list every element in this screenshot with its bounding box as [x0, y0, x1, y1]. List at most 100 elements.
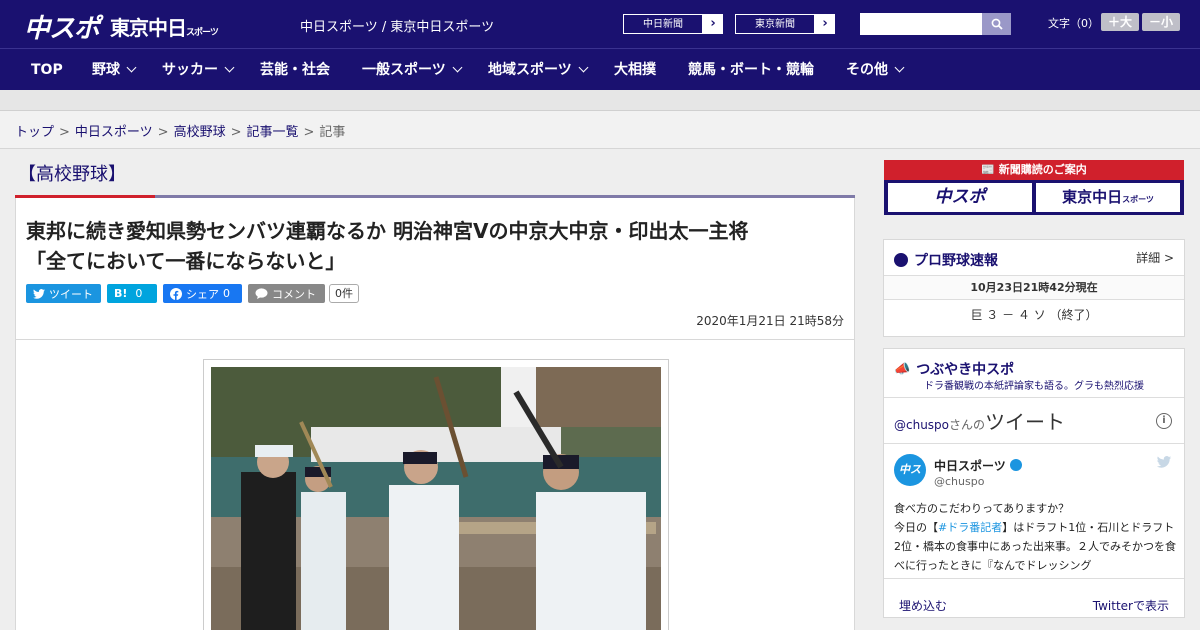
- speech-bubble-icon: [255, 288, 268, 299]
- tweet-text: 食べ方のこだわりってありますか？ 今日の【#ドラ番記者】はドラフト1位・石川とド…: [894, 499, 1176, 573]
- game-score[interactable]: 巨 ３ － ４ ソ （終了）: [884, 300, 1184, 330]
- tweet-author-name-text: 中日スポーツ: [934, 459, 1006, 473]
- nav-local-sports[interactable]: 地域スポーツ: [488, 49, 589, 91]
- article-header: 東邦に続き愛知県勢センバツ連覇なるか 明治神宮Vの中京大中京・印出太一主将 「全…: [15, 198, 855, 340]
- nav-other-label: その他: [846, 62, 888, 78]
- tweet-text-pre: 今日の【: [894, 521, 938, 534]
- ad-band: [0, 90, 1200, 111]
- breadcrumb-article-list[interactable]: 記事一覧: [247, 125, 299, 140]
- newspaper-icon: 📰: [981, 163, 995, 176]
- nav-top-label: TOP: [31, 62, 63, 78]
- nav-racing-label: 競馬・ボート・競輪: [688, 62, 814, 78]
- site-title[interactable]: 中日スポーツ / 東京中日スポーツ: [300, 16, 494, 35]
- promo-title-text: 新聞購読のご案内: [998, 163, 1087, 176]
- breadcrumb-separator: >: [59, 125, 70, 140]
- nav-entertainment[interactable]: 芸能・社会: [260, 49, 330, 91]
- breadcrumb-top[interactable]: トップ: [15, 125, 54, 140]
- twitter-timeline-widget: @chuspoさんのツイート i 中スポ 中日スポーツ @chuspo 食べ方の…: [884, 397, 1184, 629]
- twitter-section: 📣 つぶやき中スポ ドラ番観戦の本紙評論家も語る。グラも熱烈応援 @chuspo…: [883, 348, 1185, 618]
- nav-baseball[interactable]: 野球: [92, 49, 137, 91]
- breadcrumb-chunichi-sports[interactable]: 中日スポーツ: [75, 125, 153, 140]
- nav-entertainment-label: 芸能・社会: [260, 62, 330, 78]
- headline-line-2: 「全てにおいて一番にならないと」: [26, 249, 346, 273]
- chevron-down-icon: [126, 62, 137, 73]
- article-body: [15, 340, 855, 630]
- hatena-bookmark-button[interactable]: B! 0: [107, 284, 157, 303]
- comment-count: 0件: [329, 284, 359, 303]
- nav-top[interactable]: TOP: [31, 49, 63, 91]
- timeline-title: ツイート: [985, 410, 1066, 434]
- twitter-section-title-text: つぶやき中スポ: [916, 362, 1015, 378]
- tweet-button[interactable]: ツイート: [26, 284, 101, 303]
- nav-soccer-label: サッカー: [162, 62, 218, 78]
- verified-badge-icon: [1009, 459, 1022, 471]
- facebook-icon: [170, 287, 182, 300]
- chunichi-shimbun-label: 中日新聞: [623, 14, 703, 34]
- share-buttons: ツイート B! 0 シェア 0 コメント 0件: [26, 284, 359, 303]
- pro-baseball-title-text: プロ野球速報: [914, 253, 998, 269]
- article-headline: 東邦に続き愛知県勢センバツ連覇なるか 明治神宮Vの中京大中京・印出太一主将 「全…: [26, 216, 846, 276]
- chevron-right-icon: ›: [815, 14, 835, 34]
- breadcrumb-high-school-baseball[interactable]: 高校野球: [174, 125, 226, 140]
- nav-baseball-label: 野球: [92, 62, 120, 78]
- article-photo[interactable]: [211, 367, 661, 630]
- tokyo-chunichi-logo[interactable]: 東京中日スポーツ: [110, 12, 219, 41]
- tokyo-shimbun-label: 東京新聞: [735, 14, 815, 34]
- subscription-promo[interactable]: 📰 新聞購読のご案内 中スポ 東京中日スポーツ: [884, 160, 1184, 215]
- view-on-twitter-link[interactable]: Twitterで表示: [1093, 597, 1169, 614]
- chuspo-logo[interactable]: 中スポ: [24, 8, 100, 45]
- nav-other[interactable]: その他: [846, 49, 905, 91]
- nav-sumo-label: 大相撲: [614, 62, 656, 78]
- facebook-count: 0: [223, 287, 230, 300]
- timeline-handle-suffix: さんの: [949, 418, 986, 432]
- embed-link[interactable]: 埋め込む: [899, 597, 947, 614]
- baseball-practice-photo-illustration: [211, 367, 661, 630]
- info-icon[interactable]: i: [1156, 413, 1172, 429]
- search-button[interactable]: [982, 13, 1011, 35]
- font-bigger-button[interactable]: ＋大: [1101, 13, 1139, 31]
- article-category: 【高校野球】: [18, 164, 126, 185]
- avatar[interactable]: 中スポ: [894, 454, 926, 508]
- nav-racing[interactable]: 競馬・ボート・競輪: [688, 49, 814, 91]
- twitter-bird-icon[interactable]: [1156, 456, 1172, 468]
- tokyo-chunichi-logo-small: スポーツ: [186, 28, 219, 38]
- published-date: 2020年1月21日 21時58分: [696, 314, 844, 328]
- timeline-handle[interactable]: @chuspo: [894, 418, 949, 432]
- baseball-detail-link[interactable]: 詳細 >: [1136, 249, 1174, 266]
- tokyo-chunichi-logo-text: 東京中日: [110, 16, 187, 40]
- breadcrumb-bar: トップ > 中日スポーツ > 高校野球 > 記事一覧 > 記事: [0, 111, 1200, 149]
- nav-general-sports-label: 一般スポーツ: [362, 62, 446, 78]
- chevron-down-icon: [224, 62, 235, 73]
- nav-soccer[interactable]: サッカー: [162, 49, 235, 91]
- nav-sumo[interactable]: 大相撲: [614, 49, 656, 91]
- top-header: 中スポ 東京中日スポーツ 中日スポーツ / 東京中日スポーツ 中日新聞 › 東京…: [0, 0, 1200, 48]
- breadcrumb-separator: >: [303, 125, 315, 140]
- chevron-right-icon: ›: [703, 14, 723, 34]
- megaphone-icon: 📣: [894, 361, 911, 377]
- promo-tokyo-chunichi-button[interactable]: 東京中日スポーツ: [1036, 183, 1180, 212]
- chevron-down-icon: [894, 62, 905, 73]
- tweet-hashtag[interactable]: #ドラ番記者: [938, 521, 1002, 534]
- facebook-share-button[interactable]: シェア 0: [163, 284, 242, 303]
- tweet-text-line1: 食べ方のこだわりってありますか？: [894, 502, 1070, 515]
- font-size-label: 文字（0）: [1048, 17, 1099, 30]
- promo-tokyo-chunichi-text: 東京中日: [1062, 188, 1123, 206]
- twitter-bird-icon: [33, 288, 45, 299]
- main-nav: TOP 野球 サッカー 芸能・社会 一般スポーツ 地域スポーツ 大相撲 競馬・ボ…: [0, 48, 1200, 90]
- chunichi-shimbun-link[interactable]: 中日新聞 ›: [622, 13, 724, 35]
- promo-tokyo-chunichi-small: スポーツ: [1122, 195, 1154, 204]
- baseball-icon: [894, 253, 908, 267]
- tokyo-shimbun-link[interactable]: 東京新聞 ›: [734, 13, 836, 35]
- headline-line-1: 東邦に続き愛知県勢センバツ連覇なるか 明治神宮Vの中京大中京・印出太一主将: [26, 219, 749, 243]
- tweet-card[interactable]: 中スポ 中日スポーツ @chuspo 食べ方のこだわりってありますか？ 今日の【…: [884, 443, 1184, 573]
- timeline-footer: 埋め込む Twitterで表示: [884, 578, 1184, 628]
- font-smaller-button[interactable]: －小: [1142, 13, 1180, 31]
- pro-baseball-scores: プロ野球速報 詳細 > 10月23日21時42分現在 巨 ３ － ４ ソ （終了…: [883, 239, 1185, 337]
- nav-general-sports[interactable]: 一般スポーツ: [362, 49, 463, 91]
- comment-button[interactable]: コメント: [248, 284, 325, 303]
- search-input[interactable]: [860, 13, 982, 35]
- tweet-author-handle[interactable]: @chuspo: [934, 475, 984, 488]
- breadcrumb-separator: >: [157, 125, 169, 140]
- tweet-author-name[interactable]: 中日スポーツ: [934, 457, 1022, 474]
- promo-chuspo-button[interactable]: 中スポ: [888, 183, 1032, 212]
